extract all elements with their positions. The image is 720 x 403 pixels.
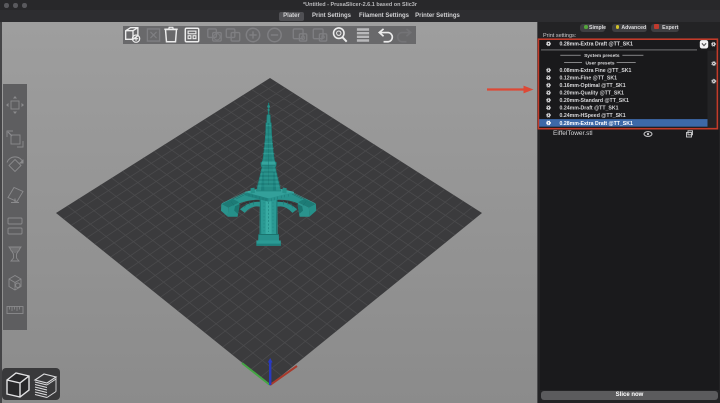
svg-text:P: P (321, 35, 325, 42)
svg-text:0.12mm-Fine @TT_SK1: 0.12mm-Fine @TT_SK1 (560, 76, 618, 82)
svg-text:O: O (301, 35, 306, 42)
svg-text:0.24mm-HSpeed @TT_SK1: 0.24mm-HSpeed @TT_SK1 (560, 113, 626, 119)
svg-text:0.16mm-Optimal @TT_SK1: 0.16mm-Optimal @TT_SK1 (560, 83, 626, 89)
svg-text:0.28mm-Extra Draft @TT_SK1: 0.28mm-Extra Draft @TT_SK1 (560, 121, 633, 127)
svg-text:0.28mm-Extra Draft @TT_SK1: 0.28mm-Extra Draft @TT_SK1 (560, 42, 633, 48)
svg-text:0.24mm-Draft @TT_SK1: 0.24mm-Draft @TT_SK1 (560, 106, 619, 112)
svg-text:0.20mm-Quality @TT_SK1: 0.20mm-Quality @TT_SK1 (560, 91, 625, 97)
svg-text:User presets: User presets (585, 61, 614, 67)
svg-text:0.20mm-Standard @TT_SK1: 0.20mm-Standard @TT_SK1 (560, 98, 629, 104)
svg-text:0.08mm-Extra Fine @TT_SK1: 0.08mm-Extra Fine @TT_SK1 (560, 68, 632, 74)
svg-text:System presets: System presets (584, 53, 620, 59)
